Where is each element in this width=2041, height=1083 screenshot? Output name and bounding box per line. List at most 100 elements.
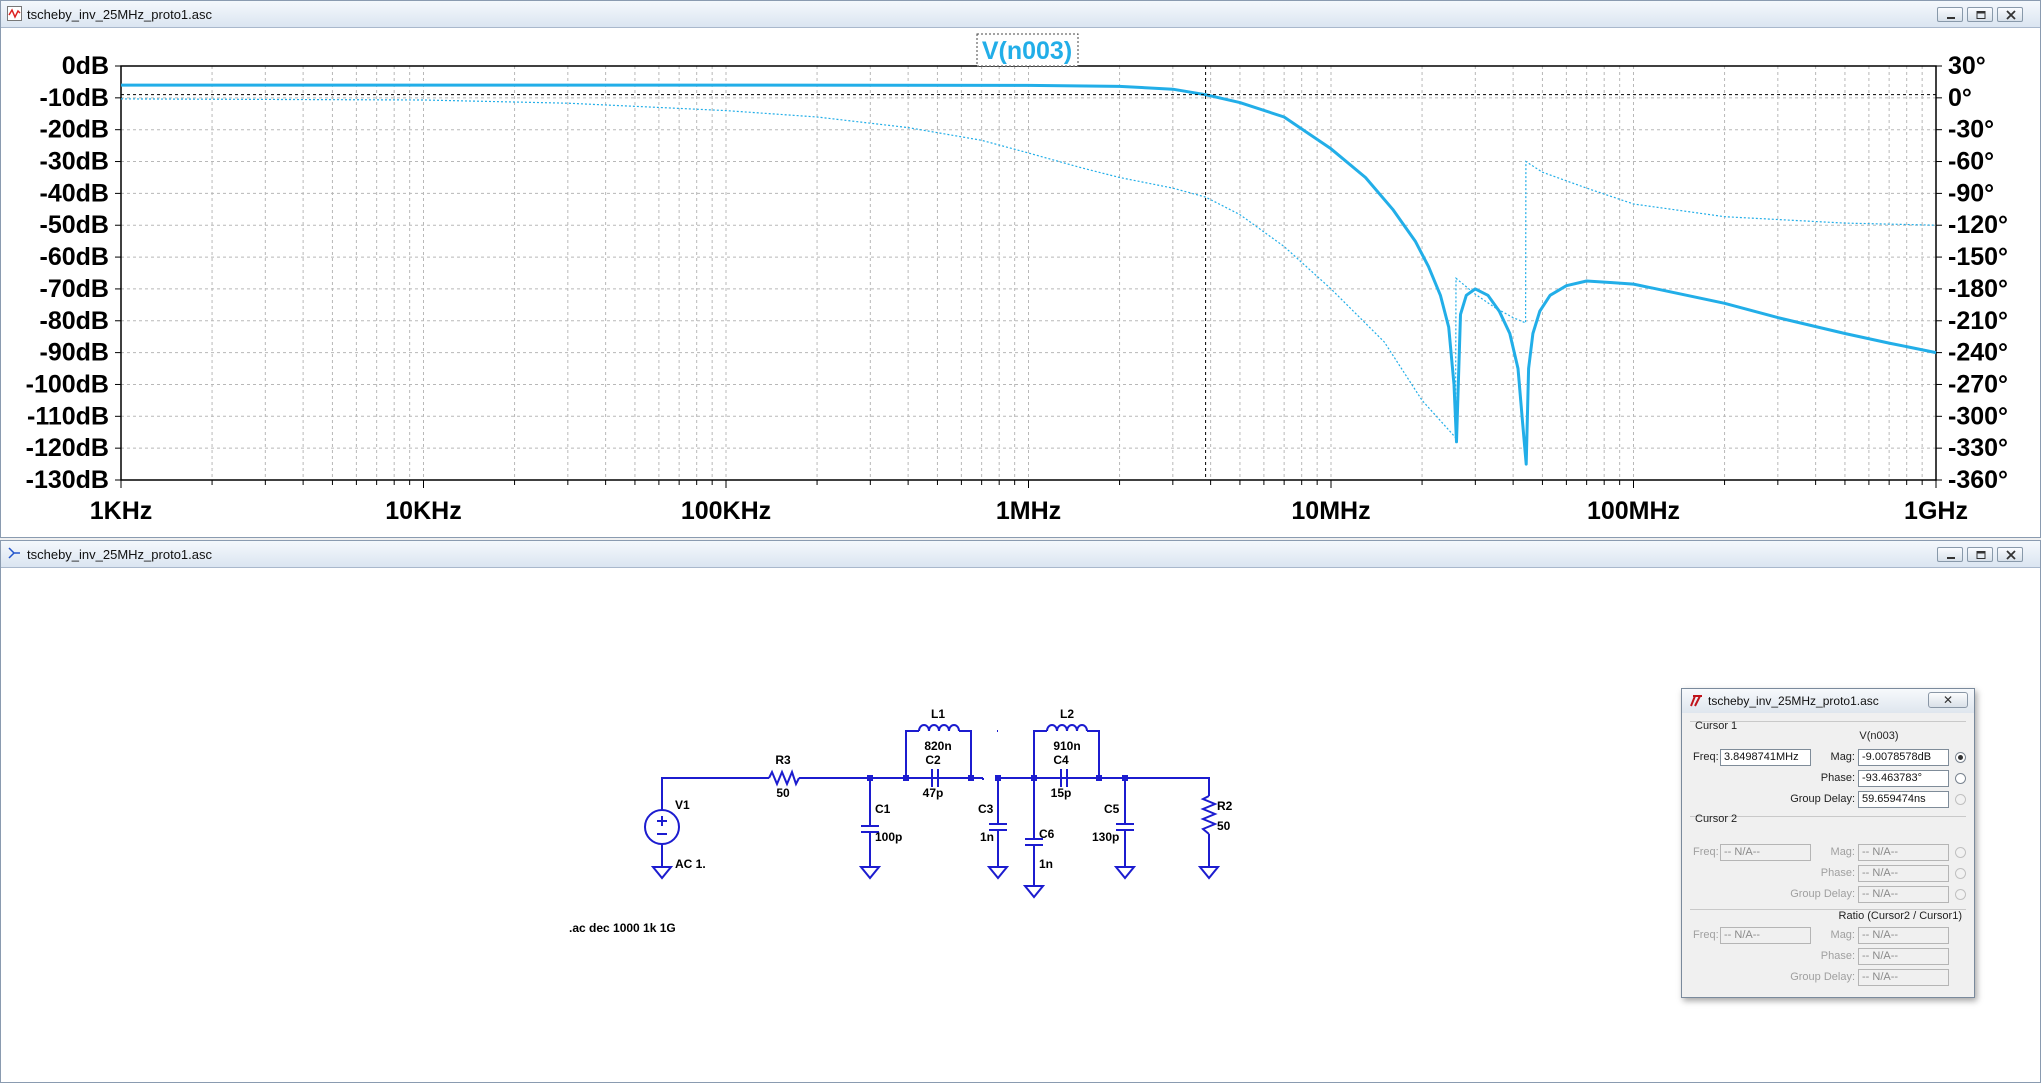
ratio-mag-field[interactable]: -- N/A-- [1858,927,1949,944]
spice-directive[interactable]: .ac dec 1000 1k 1G [569,921,676,935]
y-right-tick-label: -210° [1948,307,2008,335]
ltspice-logo-icon [1690,695,1702,707]
c5-value: 130p [1092,830,1119,844]
restore-button[interactable] [1967,547,1993,562]
inductor-l2[interactable] [1046,724,1088,732]
y-left-tick-label: -60dB [40,243,109,271]
plot-window-titlebar[interactable]: tscheby_inv_25MHz_proto1.asc [1,1,2040,28]
ground-icon [1022,885,1046,899]
l2-value: 910n [1053,739,1080,753]
y-left-tick-label: -100dB [26,370,109,398]
y-left-tick-label: -130dB [26,466,109,494]
x-tick-label: 1MHz [996,497,1061,525]
y-left-tick-label: -110dB [27,402,109,430]
resistor-r3[interactable] [768,769,800,787]
cursor2-group-label: Cursor 2 [1695,813,1738,825]
resistor-r2[interactable] [1200,795,1218,835]
minimize-icon [1947,557,1955,559]
cursor2-freq-field[interactable]: -- N/A-- [1720,844,1811,861]
y-right-tick-label: -240° [1948,339,2008,367]
cursor2-mag-radio[interactable] [1955,847,1966,858]
restore-icon [1976,551,1986,559]
cursor2-mag-field[interactable]: -- N/A-- [1858,844,1949,861]
close-button[interactable] [1997,547,2023,562]
ratio-group-label: Ratio (Cursor2 / Cursor1) [1838,910,1962,922]
cursor1-gd-field[interactable]: 59.659474ns [1858,791,1949,808]
c6-name: C6 [1039,827,1055,841]
c2-name: C2 [925,753,941,767]
y-left-tick-label: -40dB [40,179,109,207]
y-right-tick-label: -180° [1948,275,2008,303]
ratio-freq-field[interactable]: -- N/A-- [1720,927,1811,944]
cursor1-mag-radio[interactable] [1955,752,1966,763]
minimize-button[interactable] [1937,547,1963,562]
restore-icon [1976,11,1986,19]
c1-value: 100p [875,830,902,844]
y-right-tick-label: -270° [1948,370,2008,398]
y-right-tick-label: -60° [1948,148,1994,176]
c4-value: 15p [1051,786,1072,800]
c2-value: 47p [923,786,944,800]
l1-value: 820n [924,739,951,753]
waveform-icon [7,6,22,21]
inductor-l1[interactable] [918,724,960,732]
minimize-button[interactable] [1937,7,1963,22]
y-left-tick-label: -120dB [26,434,109,462]
cursor2-phase-radio[interactable] [1955,868,1966,879]
cursor1-group-label: Cursor 1 [1695,720,1738,732]
y-right-tick-label: -360° [1948,466,2008,494]
ratio-mag-label: Mag: [1830,929,1855,941]
ground-icon [1113,866,1137,880]
ratio-freq-label: Freq: [1693,929,1719,941]
y-right-tick-label: -330° [1948,434,2008,462]
trace-label-box[interactable]: V(n003) [976,33,1079,67]
capacitor-c2[interactable] [919,769,959,787]
y-left-tick-label: 0dB [62,52,109,80]
ratio-gd-field[interactable]: -- N/A-- [1858,969,1949,986]
ground-icon [650,866,674,880]
y-right-tick-label: -300° [1948,402,2008,430]
c1-name: C1 [875,802,891,816]
cursor1-phase-radio[interactable] [1955,773,1966,784]
ground-icon [1197,866,1221,880]
cursor1-freq-field[interactable]: 3.8498741MHz [1720,749,1811,766]
r2-value: 50 [1217,819,1231,833]
cursor-dialog: tscheby_inv_25MHz_proto1.asc ✕ Cursor 1 … [1681,688,1975,998]
y-right-tick-label: -120° [1948,211,2008,239]
cursor2-phase-field[interactable]: -- N/A-- [1858,865,1949,882]
y-right-tick-label: -30° [1948,116,1994,144]
c3-name: C3 [978,802,994,816]
cursor1-mag-field[interactable]: -9.0078578dB [1858,749,1949,766]
x-tick-label: 1GHz [1904,497,1968,525]
schematic-window-titlebar[interactable]: tscheby_inv_25MHz_proto1.asc [1,541,2040,568]
bode-plot[interactable]: 0dB 30° -10dB 0° -20dB -30° -30dB -60° -40dB -90°… [1,28,2040,538]
ground-icon [858,866,882,880]
cursor1-phase-field[interactable]: -93.463783° [1858,770,1949,787]
cursor-dialog-titlebar[interactable]: tscheby_inv_25MHz_proto1.asc ✕ [1682,689,1974,713]
capacitor-c4[interactable] [1047,769,1087,787]
cursor1-phase-label: Phase: [1820,772,1855,784]
y-left-tick-label: -30dB [40,148,109,176]
close-icon [2006,550,2016,560]
cursor2-freq-label: Freq: [1693,846,1719,858]
cursor2-gd-field[interactable]: -- N/A-- [1858,886,1949,903]
restore-button[interactable] [1967,7,1993,22]
l2-name: L2 [1060,707,1074,721]
ground-symbols [650,866,1221,899]
cursor1-mag-label: Mag: [1830,751,1855,763]
x-tick-label: 10KHz [385,497,461,525]
ratio-phase-field[interactable]: -- N/A-- [1858,948,1949,965]
cursor2-gd-label: Group Delay: [1790,888,1855,900]
close-button[interactable] [1997,7,2023,22]
cursor2-gd-radio[interactable] [1955,889,1966,900]
c3-value: 1n [980,830,994,844]
trace-label: V(n003) [982,37,1072,65]
close-button[interactable]: ✕ [1928,692,1968,708]
y-right-tick-label: 30° [1948,52,1986,80]
y-left-tick-label: -90dB [40,339,109,367]
c4-name: C4 [1053,753,1069,767]
cursor1-gd-radio[interactable] [1955,794,1966,805]
plot-window: tscheby_inv_25MHz_proto1.asc 0dB 30° -10dB… [0,0,2041,538]
voltage-source-v1[interactable] [644,809,680,845]
minimize-icon [1947,17,1955,19]
